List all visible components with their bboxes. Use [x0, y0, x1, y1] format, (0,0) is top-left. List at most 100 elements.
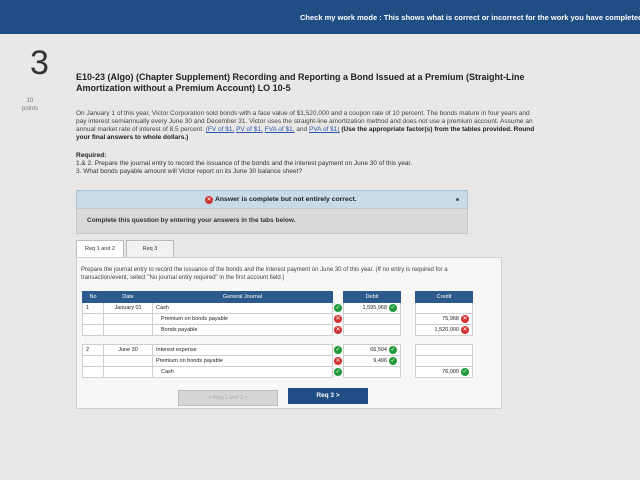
debit-input[interactable]: 1,595,968 ✓ [343, 302, 401, 314]
next-req-label: Req 3 [316, 392, 335, 399]
tab-req-3[interactable]: Req 3 [126, 240, 174, 258]
fva-table-link[interactable]: FVA of $1, [265, 126, 295, 133]
journal-body: 1 January 01 Cash ✓ 1,595,968 ✓ Premium on bon… [82, 302, 473, 378]
journal-instructions: Prepare the journal entry to record the … [81, 267, 448, 281]
credit-input[interactable] [415, 344, 473, 356]
fv-table-link[interactable]: (FV of $1, [206, 126, 235, 133]
journal-row: Bonds payable ✕ 1,520,000 ✕ [82, 324, 473, 336]
col-account: General Journal [152, 291, 333, 303]
debit-input[interactable]: 66,504 ✓ [343, 344, 401, 356]
dot-icon [456, 198, 459, 201]
prev-req-button[interactable]: < Req 1 and 2 > [178, 390, 278, 406]
incorrect-x-icon: ✕ [334, 315, 342, 323]
account-status: ✓ [332, 344, 344, 356]
question-paragraph: On January 1 of this year, Victor Corpor… [76, 110, 536, 142]
incorrect-icon: ✕ [205, 196, 213, 204]
correct-check-icon: ✓ [389, 346, 397, 354]
entry-number: 1 [82, 302, 104, 314]
pva-table-link[interactable]: PVA of $1) [309, 126, 340, 133]
journal-row: 1 January 01 Cash ✓ 1,595,968 ✓ [82, 302, 473, 314]
journal-header-row: No Date General Journal Debit Credit [82, 291, 473, 303]
entry-date[interactable]: January 01 [103, 302, 153, 314]
col-debit: Debit [343, 291, 401, 303]
account-status: ✕ [332, 313, 344, 325]
col-credit: Credit [415, 291, 473, 303]
credit-value: 75,968 [442, 316, 459, 322]
required-heading: Required: [76, 152, 107, 159]
incorrect-x-icon: ✕ [461, 326, 469, 334]
credit-input[interactable]: 76,000 ✓ [415, 366, 473, 378]
answer-status-banner: ✕ Answer is complete but not entirely co… [76, 190, 468, 210]
points-value: 10 [26, 98, 34, 104]
debit-input[interactable] [343, 324, 401, 336]
credit-input[interactable]: 75,968 ✕ [415, 313, 473, 325]
account-select[interactable]: Premium on bonds payable [152, 313, 333, 325]
entry-number [82, 366, 104, 378]
question-number: 3 [30, 44, 49, 82]
entry-number [82, 355, 104, 367]
journal-row: Premium on bonds payable ✕ 75,968 ✕ [82, 313, 473, 325]
check-mode-banner: Check my work mode : This shows what is … [300, 13, 640, 22]
entry-date[interactable] [103, 355, 153, 367]
row-spacer [82, 335, 473, 345]
answer-status-text: Answer is complete but not entirely corr… [215, 196, 357, 203]
entry-number [82, 313, 104, 325]
tab-req-1-and-2[interactable]: Req 1 and 2 [76, 240, 124, 258]
debit-input[interactable] [343, 366, 401, 378]
points-label: points [22, 106, 39, 112]
account-status: ✕ [332, 355, 344, 367]
entry-date[interactable] [103, 366, 153, 378]
credit-input[interactable] [415, 302, 473, 314]
entry-date[interactable]: June 30 [103, 344, 153, 356]
debit-value: 66,504 [370, 347, 387, 353]
account-select[interactable]: Cash [152, 302, 333, 314]
account-select[interactable]: Bonds payable [152, 324, 333, 336]
debit-input[interactable]: 9,496 ✓ [343, 355, 401, 367]
account-select[interactable]: Interest expense [152, 344, 333, 356]
top-bar: Check my work mode : This shows what is … [0, 0, 640, 34]
account-status: ✓ [332, 366, 344, 378]
requirement-3: 3. What bonds payable amount will Victor… [76, 168, 303, 175]
credit-value: 76,000 [442, 369, 459, 375]
col-gap [400, 291, 416, 303]
requirement-1-2: 1.& 2. Prepare the journal entry to reco… [76, 160, 413, 167]
column-gap [400, 344, 416, 356]
pv-table-link[interactable]: PV of $1, [236, 126, 263, 133]
credit-input[interactable] [415, 355, 473, 367]
entry-date[interactable] [103, 324, 153, 336]
column-gap [400, 366, 416, 378]
credit-value: 1,520,000 [434, 327, 459, 333]
correct-check-icon: ✓ [461, 368, 469, 376]
entry-number [82, 324, 104, 336]
instructions-banner-text: Complete this question by entering your … [87, 217, 296, 224]
column-gap [400, 324, 416, 336]
journal-row: Cash ✓ 76,000 ✓ [82, 366, 473, 378]
correct-check-icon: ✓ [334, 368, 342, 376]
debit-input[interactable] [343, 313, 401, 325]
correct-check-icon: ✓ [334, 346, 342, 354]
question-title: E10-23 (Algo) (Chapter Supplement) Recor… [76, 72, 525, 93]
column-gap [400, 313, 416, 325]
requirements: Required: 1.& 2. Prepare the journal ent… [76, 152, 536, 176]
correct-check-icon: ✓ [334, 304, 342, 312]
incorrect-x-icon: ✕ [461, 315, 469, 323]
col-date: Date [103, 291, 153, 303]
points-indicator: 10 points [22, 97, 38, 113]
journal-row: Premium on bonds payable ✕ 9,496 ✓ [82, 355, 473, 367]
incorrect-x-icon: ✕ [334, 357, 342, 365]
next-req-button[interactable]: Req 3 > [288, 388, 368, 404]
account-status: ✕ [332, 324, 344, 336]
incorrect-x-icon: ✕ [334, 326, 342, 334]
col-mark [332, 291, 344, 303]
correct-check-icon: ✓ [389, 357, 397, 365]
link-separator: and [294, 126, 309, 133]
account-select[interactable]: Premium on bonds payable [152, 355, 333, 367]
prev-req-label: Req 1 and 2 [213, 395, 243, 401]
col-no: No [82, 291, 104, 303]
credit-input[interactable]: 1,520,000 ✕ [415, 324, 473, 336]
entry-date[interactable] [103, 313, 153, 325]
account-status: ✓ [332, 302, 344, 314]
column-gap [400, 302, 416, 314]
account-select[interactable]: Cash [152, 366, 333, 378]
entry-number: 2 [82, 344, 104, 356]
